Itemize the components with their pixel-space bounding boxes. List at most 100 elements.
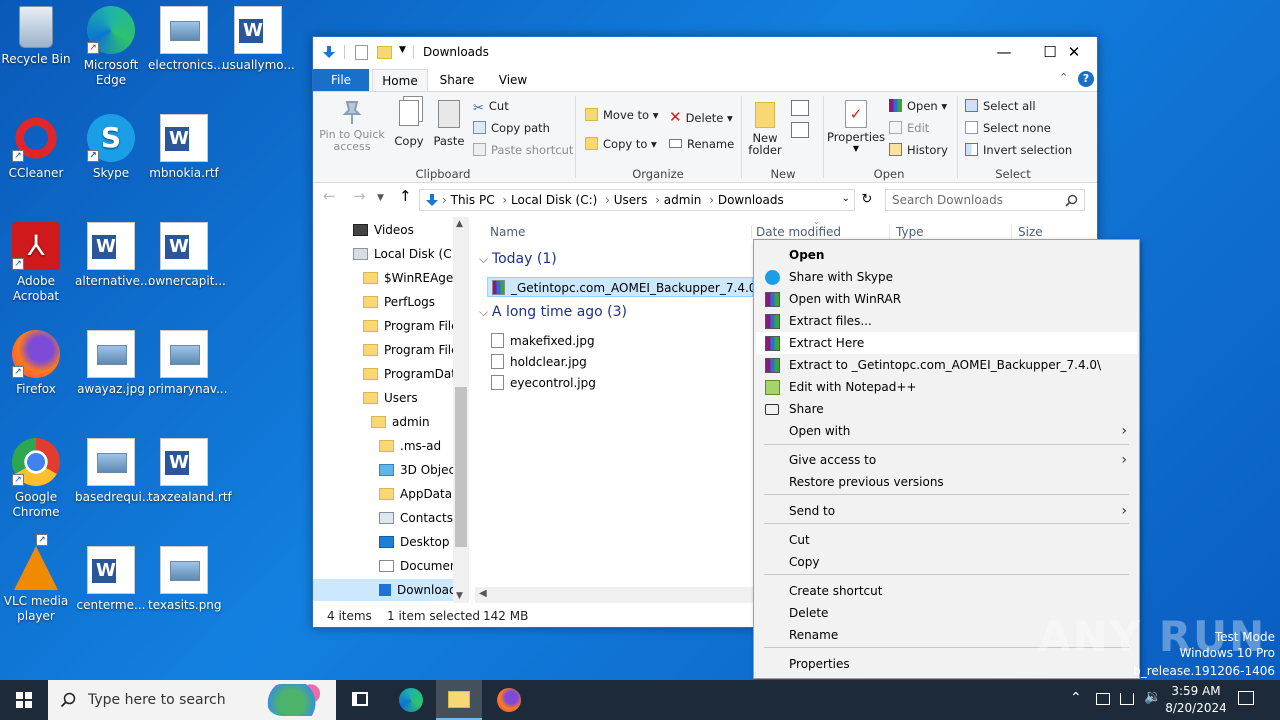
breadcrumb-separator[interactable]: ›	[442, 193, 451, 207]
file-row[interactable]: eyecontrol.jpg	[487, 373, 747, 393]
desktop-icon[interactable]: electronics...	[148, 6, 225, 73]
move-to-button[interactable]: Move to ▾	[585, 108, 658, 122]
history-button[interactable]: History	[889, 143, 948, 157]
context-menu-item[interactable]: Extract files...	[756, 310, 1137, 332]
scroll-down-arrow[interactable]: ▼	[456, 591, 463, 601]
file-group-header[interactable]: ⌵ Today (1)	[479, 251, 557, 267]
breadcrumb-item[interactable]: This PC	[451, 193, 495, 207]
search-box[interactable]: Search Downloads	[885, 189, 1085, 211]
edit-button[interactable]: Edit	[889, 121, 929, 135]
horizontal-scrollbar[interactable]: ◀	[475, 587, 755, 603]
context-menu-item[interactable]: Extract to _Getintopc.com_AOMEI_Backuppe…	[756, 354, 1137, 376]
context-menu-item[interactable]: Edit with Notepad++	[756, 376, 1137, 398]
nav-item[interactable]: Program Files	[313, 315, 453, 337]
desktop-icon[interactable]: primarynav...	[148, 330, 228, 397]
context-menu-item[interactable]: Open with WinRAR	[756, 288, 1137, 310]
taskbar-firefox-button[interactable]	[486, 680, 532, 720]
paste-button[interactable]: Paste	[431, 96, 467, 162]
action-center-icon[interactable]	[1238, 691, 1254, 705]
desktop-icon[interactable]: ↗ Firefox	[0, 330, 72, 397]
quick-access-down-icon[interactable]	[321, 44, 337, 60]
desktop-icon[interactable]: ↗ VLC media player	[0, 534, 72, 624]
paste-shortcut-button[interactable]: Paste shortcut	[473, 143, 573, 157]
ribbon-collapse-icon[interactable]: ⌃	[1059, 71, 1068, 84]
recent-locations-icon[interactable]: ▼	[377, 193, 384, 217]
select-none-button[interactable]: Select none	[965, 121, 1051, 135]
properties-qat-icon[interactable]	[355, 45, 368, 60]
close-button[interactable]: ✕	[1051, 37, 1097, 67]
tray-chevron-icon[interactable]: ⌃	[1070, 690, 1082, 706]
desktop-icon[interactable]: alternative...	[75, 222, 151, 289]
breadcrumb-separator[interactable]: ›	[705, 193, 717, 207]
breadcrumb-item[interactable]: admin	[664, 193, 702, 207]
desktop-icon[interactable]: awayaz.jpg	[75, 330, 147, 397]
context-menu-item[interactable]: Give access to ›	[756, 449, 1137, 471]
tray-network-icon[interactable]	[1096, 693, 1110, 705]
file-row-selected[interactable]: _Getintopc.com_AOMEI_Backupper_7.4.0...	[487, 277, 768, 297]
nav-item[interactable]: PerfLogs	[313, 291, 453, 313]
context-menu-item[interactable]: Share with Skype	[756, 266, 1137, 288]
context-menu-item[interactable]: Open with ›	[756, 420, 1137, 442]
desktop-icon[interactable]: ↗ Google Chrome	[0, 438, 72, 520]
breadcrumb-item[interactable]: Users	[614, 193, 648, 207]
rename-button[interactable]: Rename	[669, 137, 734, 151]
collapse-chevron-icon[interactable]: ⌵	[479, 305, 492, 319]
copy-path-button[interactable]: Copy path	[473, 121, 550, 135]
column-size[interactable]: Size	[1011, 225, 1043, 239]
nav-item[interactable]: .ms-ad	[313, 435, 453, 457]
desktop-icon[interactable]: centerme...	[75, 546, 147, 613]
easy-access-icon[interactable]	[791, 122, 809, 138]
tray-ethernet-icon[interactable]	[1120, 693, 1134, 705]
desktop-icon[interactable]: texasits.png	[148, 546, 222, 613]
scroll-thumb[interactable]	[455, 387, 467, 547]
open-button[interactable]: Open ▾	[889, 99, 947, 113]
desktop-icon[interactable]: usuallymo...	[222, 6, 295, 73]
address-bar[interactable]: › This PC › Local Disk (C:) › Users › ad…	[419, 189, 855, 211]
nav-item[interactable]: Contacts	[313, 507, 453, 529]
file-group-header[interactable]: ⌵ A long time ago (3)	[479, 304, 627, 320]
desktop-icon[interactable]: ownercapit...	[148, 222, 226, 289]
nav-up-button[interactable]: ↑	[399, 187, 412, 211]
tray-volume-icon[interactable]: 🔉	[1144, 689, 1161, 705]
file-row[interactable]: makefixed.jpg	[487, 331, 747, 351]
properties-button[interactable]: ✓ Properties ▼	[827, 96, 885, 162]
breadcrumb-separator[interactable]: ›	[499, 193, 511, 207]
taskbar-edge-button[interactable]	[390, 680, 432, 720]
nav-item[interactable]: $WinREAgent	[313, 267, 453, 289]
qat-dropdown-icon[interactable]: ▼	[399, 45, 406, 55]
context-menu-item[interactable]: Copy	[756, 551, 1137, 573]
breadcrumb-item[interactable]: Local Disk (C:)	[511, 193, 597, 207]
collapse-chevron-icon[interactable]: ⌵	[479, 252, 492, 266]
cut-button[interactable]: ✂ Cut	[473, 99, 509, 116]
desktop-icon[interactable]: ↗ Microsoft Edge	[75, 6, 147, 88]
column-type[interactable]: Type	[889, 225, 924, 239]
copy-to-button[interactable]: Copy to ▾	[585, 137, 657, 151]
nav-item[interactable]: Documents	[313, 555, 453, 577]
desktop-icon[interactable]: mbnokia.rtf	[148, 114, 220, 181]
context-menu-item[interactable]: Restore previous versions	[756, 471, 1137, 493]
pin-quick-access-button[interactable]: Pin to Quick access	[317, 96, 387, 162]
nav-back-button[interactable]: ←	[323, 187, 336, 211]
help-icon[interactable]: ?	[1078, 71, 1094, 87]
nav-item[interactable]: Users	[313, 387, 453, 409]
clock-date[interactable]: 8/20/2024	[1160, 701, 1232, 715]
refresh-button[interactable]: ↻	[857, 190, 877, 210]
desktop-icon[interactable]: S ↗ Skype	[75, 114, 147, 181]
select-all-button[interactable]: Select all	[965, 99, 1036, 113]
task-view-button[interactable]	[340, 680, 380, 720]
minimize-button[interactable]: —	[981, 37, 1027, 67]
nav-item[interactable]: 3D Objects	[313, 459, 453, 481]
navigation-pane[interactable]: Videos Local Disk (C:) $WinREAgent PerfLogs…	[313, 217, 469, 603]
nav-item[interactable]: Local Disk (C:)	[313, 243, 453, 265]
nav-item[interactable]: ProgramData	[313, 363, 453, 385]
tab-file[interactable]: File	[313, 69, 369, 91]
file-row[interactable]: holdclear.jpg	[487, 352, 747, 372]
taskbar-explorer-button[interactable]	[436, 680, 482, 720]
delete-button[interactable]: ✕ Delete ▾	[669, 108, 733, 126]
tab-home[interactable]: Home	[372, 69, 428, 92]
context-menu-item[interactable]: Open	[756, 244, 1137, 266]
context-menu-item[interactable]: Send to ›	[756, 500, 1137, 522]
breadcrumb-separator[interactable]: ›	[651, 193, 663, 207]
address-dropdown-icon[interactable]: ⌄	[842, 193, 850, 204]
new-folder-button[interactable]: New folder	[745, 96, 785, 162]
